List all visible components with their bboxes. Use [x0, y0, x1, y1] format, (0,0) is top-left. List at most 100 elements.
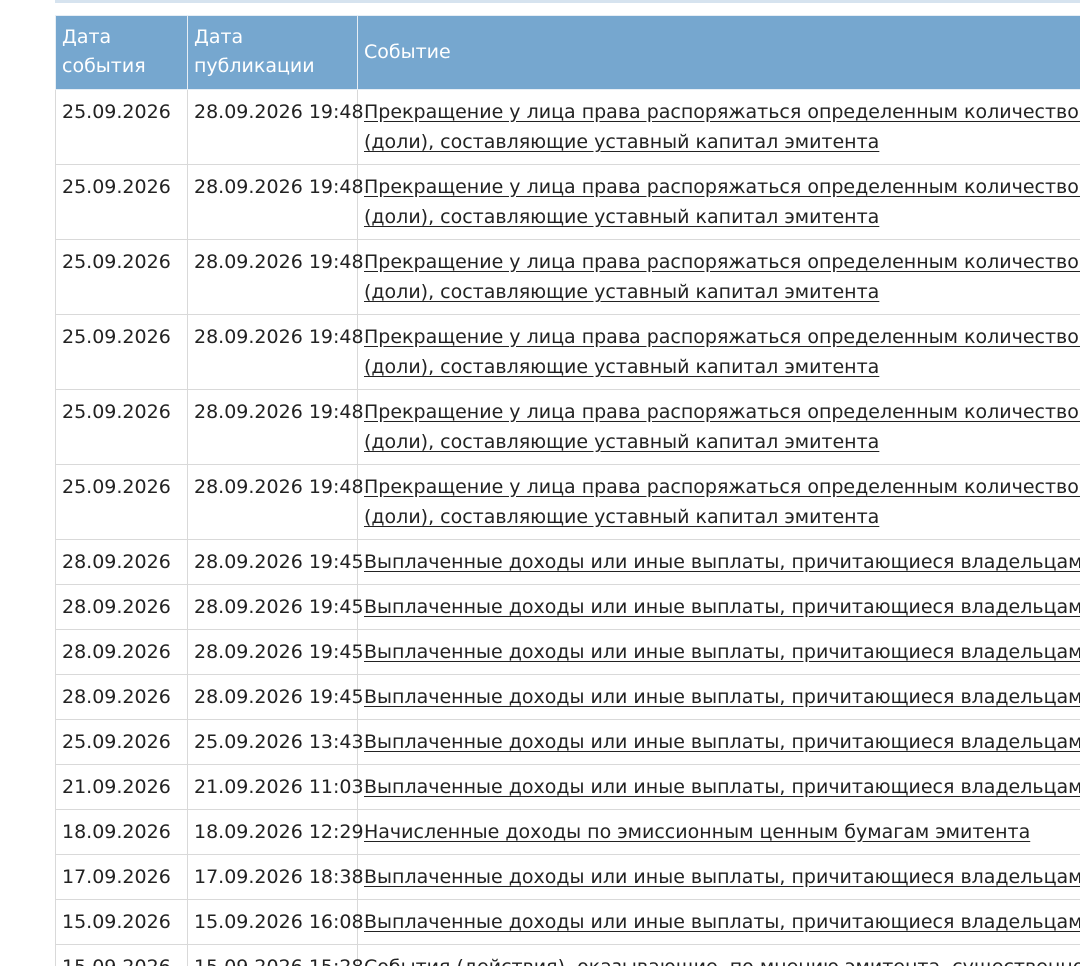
event-link[interactable]: Выплаченные доходы или иные выплаты, при…	[364, 682, 1080, 712]
table-row: 21.09.2026 21.09.2026 11:03 Выплаченные до…	[55, 764, 1080, 810]
table-row: 15.09.2026 15.09.2026 16:08 Выплаченные до…	[55, 899, 1080, 945]
event-date-cell: 18.09.2026	[55, 809, 188, 855]
event-cell: Выплаченные доходы или иные выплаты, при…	[357, 629, 1080, 675]
event-link[interactable]: Прекращение у лица права распоряжаться о…	[364, 322, 1080, 382]
publication-date-cell: 28.09.2026 19:45	[187, 539, 364, 585]
event-link-line-1: Прекращение у лица права распоряжаться о…	[364, 326, 1080, 348]
event-date-cell: 15.09.2026	[55, 899, 188, 945]
event-cell: Выплаченные доходы или иные выплаты, при…	[357, 584, 1080, 630]
publication-date-cell: 28.09.2026 19:48	[187, 239, 364, 315]
event-link[interactable]: Прекращение у лица права распоряжаться о…	[364, 247, 1080, 307]
publication-date-cell: 21.09.2026 11:03	[187, 764, 364, 810]
events-table: Дата события Дата публикации Событие 25.…	[55, 15, 1080, 966]
event-link-line-2: (доли), составляющие уставный капитал эм…	[364, 206, 880, 228]
column-header-publication-date[interactable]: Дата публикации	[187, 15, 358, 90]
table-row: 28.09.2026 28.09.2026 19:45 Выплаченные до…	[55, 674, 1080, 720]
event-cell: Начисленные доходы по эмиссионным ценным…	[357, 809, 1080, 855]
event-link[interactable]: Прекращение у лица права распоряжаться о…	[364, 472, 1080, 532]
table-row: 25.09.2026 28.09.2026 19:48 Прекращение у …	[55, 464, 1080, 540]
table-row: 18.09.2026 18.09.2026 12:29 Начисленные до…	[55, 809, 1080, 855]
events-table-container[interactable]: Дата события Дата публикации Событие 25.…	[55, 15, 1080, 966]
event-link[interactable]: Выплаченные доходы или иные выплаты, при…	[364, 727, 1080, 757]
event-link-line-1: Прекращение у лица права распоряжаться о…	[364, 401, 1080, 423]
event-date-cell: 25.09.2026	[55, 239, 188, 315]
event-date-cell: 17.09.2026	[55, 854, 188, 900]
event-date-cell: 28.09.2026	[55, 539, 188, 585]
event-link[interactable]: Выплаченные доходы или иные выплаты, при…	[364, 637, 1080, 667]
top-divider	[55, 0, 1080, 3]
event-cell: Выплаченные доходы или иные выплаты, при…	[357, 899, 1080, 945]
event-cell: Выплаченные доходы или иные выплаты, при…	[357, 719, 1080, 765]
event-link-line-2: (доли), составляющие уставный капитал эм…	[364, 506, 880, 528]
table-row: 28.09.2026 28.09.2026 19:45 Выплаченные до…	[55, 539, 1080, 585]
event-date-cell: 25.09.2026	[55, 89, 188, 165]
event-link[interactable]: Выплаченные доходы или иные выплаты, при…	[364, 862, 1080, 892]
table-header-row: Дата события Дата публикации Событие	[55, 15, 1080, 90]
event-cell: Прекращение у лица права распоряжаться о…	[357, 239, 1080, 315]
event-cell: Прекращение у лица права распоряжаться о…	[357, 314, 1080, 390]
publication-date-cell: 28.09.2026 19:48	[187, 164, 364, 240]
publication-date-cell: 28.09.2026 19:45	[187, 674, 364, 720]
event-link[interactable]: Начисленные доходы по эмиссионным ценным…	[364, 817, 1080, 847]
table-row: 25.09.2026 28.09.2026 19:48 Прекращение у …	[55, 89, 1080, 165]
publication-date-cell: 28.09.2026 19:48	[187, 314, 364, 390]
event-cell: Выплаченные доходы или иные выплаты, при…	[357, 764, 1080, 810]
table-row: 25.09.2026 28.09.2026 19:48 Прекращение у …	[55, 314, 1080, 390]
event-link[interactable]: Прекращение у лица права распоряжаться о…	[364, 172, 1080, 232]
event-cell: Выплаченные доходы или иные выплаты, при…	[357, 854, 1080, 900]
event-link[interactable]: События (действия), оказывающие, по мнен…	[364, 952, 1080, 966]
publication-date-cell: 28.09.2026 19:48	[187, 89, 364, 165]
column-header-event-date[interactable]: Дата события	[55, 15, 188, 90]
publication-date-cell: 25.09.2026 13:43	[187, 719, 364, 765]
event-date-cell: 28.09.2026	[55, 629, 188, 675]
event-cell: Прекращение у лица права распоряжаться о…	[357, 389, 1080, 465]
table-row: 28.09.2026 28.09.2026 19:45 Выплаченные до…	[55, 629, 1080, 675]
event-date-cell: 25.09.2026	[55, 389, 188, 465]
table-row: 25.09.2026 28.09.2026 19:48 Прекращение у …	[55, 164, 1080, 240]
table-row: 28.09.2026 28.09.2026 19:45 Выплаченные до…	[55, 584, 1080, 630]
event-link-line-2: (доли), составляющие уставный капитал эм…	[364, 281, 880, 303]
event-link[interactable]: Выплаченные доходы или иные выплаты, при…	[364, 547, 1080, 577]
table-row: 25.09.2026 25.09.2026 13:43 Выплаченные до…	[55, 719, 1080, 765]
event-link-line-2: (доли), составляющие уставный капитал эм…	[364, 431, 880, 453]
event-date-cell: 25.09.2026	[55, 719, 188, 765]
event-cell: События (действия), оказывающие, по мнен…	[357, 944, 1080, 966]
publication-date-cell: 15.09.2026 15:28	[187, 944, 364, 966]
event-cell: Прекращение у лица права распоряжаться о…	[357, 164, 1080, 240]
event-date-cell: 28.09.2026	[55, 674, 188, 720]
publication-date-cell: 28.09.2026 19:48	[187, 389, 364, 465]
event-link[interactable]: Прекращение у лица права распоряжаться о…	[364, 97, 1080, 157]
event-date-cell: 28.09.2026	[55, 584, 188, 630]
event-link-line-1: Прекращение у лица права распоряжаться о…	[364, 176, 1080, 198]
column-header-event[interactable]: Событие	[357, 15, 1080, 90]
event-link[interactable]: Выплаченные доходы или иные выплаты, при…	[364, 592, 1080, 622]
table-row: 15.09.202615.09.2026 15:28События (дейст…	[55, 944, 1080, 966]
event-date-cell: 25.09.2026	[55, 464, 188, 540]
event-link-line-2: (доли), составляющие уставный капитал эм…	[364, 356, 880, 378]
event-link[interactable]: Выплаченные доходы или иные выплаты, при…	[364, 772, 1080, 802]
publication-date-cell: 28.09.2026 19:45	[187, 584, 364, 630]
table-body: 25.09.2026 28.09.2026 19:48 Прекращение у …	[55, 89, 1080, 966]
event-link-line-1: Прекращение у лица права распоряжаться о…	[364, 251, 1080, 273]
event-link[interactable]: Прекращение у лица права распоряжаться о…	[364, 397, 1080, 457]
publication-date-cell: 17.09.2026 18:38	[187, 854, 364, 900]
event-cell: Выплаченные доходы или иные выплаты, при…	[357, 674, 1080, 720]
event-cell: Выплаченные доходы или иные выплаты, при…	[357, 539, 1080, 585]
publication-date-cell: 28.09.2026 19:45	[187, 629, 364, 675]
publication-date-cell: 28.09.2026 19:48	[187, 464, 364, 540]
publication-date-cell: 18.09.2026 12:29	[187, 809, 364, 855]
table-row: 25.09.2026 28.09.2026 19:48 Прекращение у …	[55, 389, 1080, 465]
event-link-line-1: Прекращение у лица права распоряжаться о…	[364, 101, 1080, 123]
event-date-cell: 25.09.2026	[55, 164, 188, 240]
event-link-line-2: (доли), составляющие уставный капитал эм…	[364, 131, 880, 153]
event-date-cell: 21.09.2026	[55, 764, 188, 810]
event-link[interactable]: Выплаченные доходы или иные выплаты, при…	[364, 907, 1080, 937]
event-cell: Прекращение у лица права распоряжаться о…	[357, 464, 1080, 540]
event-date-cell: 25.09.2026	[55, 314, 188, 390]
event-cell: Прекращение у лица права распоряжаться о…	[357, 89, 1080, 165]
event-link-line-1: Прекращение у лица права распоряжаться о…	[364, 476, 1080, 498]
table-row: 25.09.2026 28.09.2026 19:48 Прекращение у …	[55, 239, 1080, 315]
table-row: 17.09.2026 17.09.2026 18:38 Выплаченные до…	[55, 854, 1080, 900]
publication-date-cell: 15.09.2026 16:08	[187, 899, 364, 945]
event-date-cell: 15.09.2026	[55, 944, 188, 966]
